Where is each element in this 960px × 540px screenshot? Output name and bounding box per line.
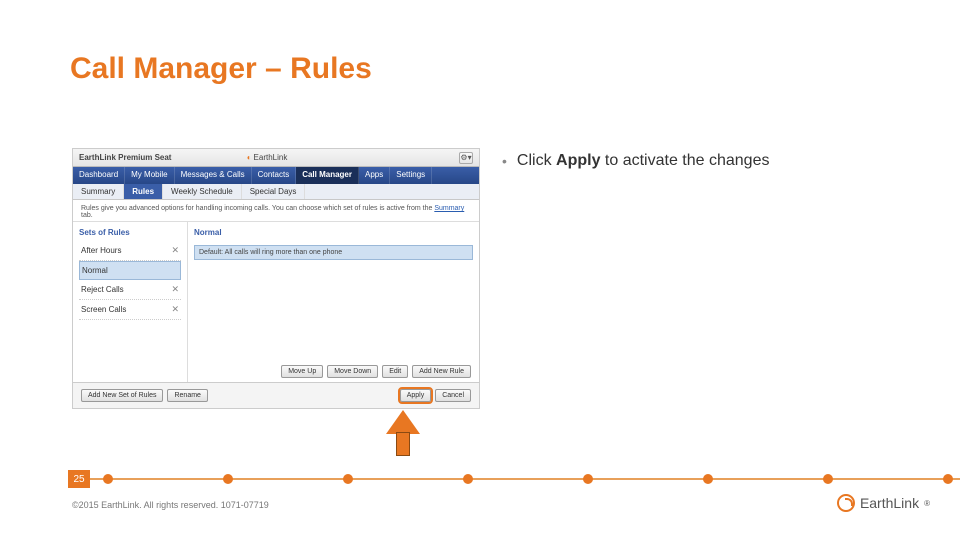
cancel-button[interactable]: Cancel [435,389,471,402]
desc-post: tab. [81,212,93,219]
bottom-right-buttons: ApplyCancel [400,389,471,402]
timeline-dot [943,474,953,484]
rule-set-label: Reject Calls [81,285,124,294]
subnav-item[interactable]: Rules [124,184,163,199]
apply-button[interactable]: Apply [400,389,432,402]
nav-item[interactable]: Call Manager [296,167,359,184]
bullet-post: to activate the changes [600,152,769,169]
sets-column: Sets of Rules After Hours ✕ Normal Reject C… [73,222,188,382]
bullet-pre: Click [517,152,556,169]
gear-icon[interactable]: ⚙▾ [459,152,473,164]
rule-list-buttons: Move Up Move Down Edit Add New Rule [281,365,471,378]
brand-small: ◐EarthLink [247,153,288,162]
timeline-dot [103,474,113,484]
summary-link[interactable]: Summary [434,205,464,212]
delete-icon[interactable]: ✕ [171,245,179,256]
nav-item[interactable]: Apps [359,167,390,184]
bottom-bar: Add New Set of Rules Rename ApplyCancel [73,382,479,408]
add-new-rule-button[interactable]: Add New Rule [412,365,471,378]
window-title: EarthLink Premium Seat [79,153,243,162]
bullet-text: Click Apply to activate the changes [517,152,770,170]
page-number: 25 [68,470,90,488]
main-nav: DashboardMy MobileMessages & CallsContac… [73,167,479,184]
window-titlebar: EarthLink Premium Seat ◐EarthLink ⚙▾ [73,149,479,167]
logo-mark-icon [837,494,855,512]
bullet-item: • Click Apply to activate the changes [502,152,769,170]
subnav-item[interactable]: Weekly Schedule [163,184,242,199]
normal-header: Normal [194,226,473,241]
move-up-button[interactable]: Move Up [281,365,323,378]
footer-logo: EarthLink ® [837,494,930,512]
timeline-dot [583,474,593,484]
registered-icon: ® [924,499,930,508]
nav-item[interactable]: Contacts [252,167,297,184]
arrow-head-icon [386,410,420,434]
nav-item[interactable]: Settings [390,167,432,184]
rule-set-label: Normal [82,266,108,275]
move-down-button[interactable]: Move Down [327,365,378,378]
arrow-stem [396,432,410,456]
rules-column: Normal Default: All calls will ring more… [188,222,479,382]
subnav-item[interactable]: Summary [73,184,124,199]
timeline [70,478,960,480]
rule-set-item[interactable]: Normal [79,261,181,280]
brand-small-text: EarthLink [254,153,288,162]
timeline-dot [343,474,353,484]
desc-pre: Rules give you advanced options for hand… [81,205,434,212]
delete-icon[interactable]: ✕ [171,304,179,315]
nav-item[interactable]: My Mobile [125,167,174,184]
rule-set-label: After Hours [81,246,121,255]
callout-arrow [386,410,420,456]
sub-nav: SummaryRulesWeekly ScheduleSpecial Days [73,184,479,200]
sets-header: Sets of Rules [79,226,181,241]
copyright: ©2015 EarthLink. All rights reserved. 10… [72,500,269,510]
bottom-left-buttons: Add New Set of Rules Rename [81,389,208,402]
app-screenshot: EarthLink Premium Seat ◐EarthLink ⚙▾ Das… [72,148,480,409]
timeline-dot [223,474,233,484]
timeline-dot [823,474,833,484]
nav-item[interactable]: Dashboard [73,167,125,184]
timeline-dot [703,474,713,484]
bullet-bold: Apply [556,152,600,169]
footer-brand-text: EarthLink [860,495,919,511]
slide-title: Call Manager – Rules [70,52,372,86]
default-rule[interactable]: Default: All calls will ring more than o… [194,245,473,260]
rule-set-item[interactable]: After Hours ✕ [79,241,181,261]
rule-set-item[interactable]: Screen Calls ✕ [79,300,181,320]
delete-icon[interactable]: ✕ [171,284,179,295]
rule-set-label: Screen Calls [81,305,126,314]
nav-item[interactable]: Messages & Calls [175,167,252,184]
add-new-set-of-rules-button[interactable]: Add New Set of Rules [81,389,163,402]
subnav-item[interactable]: Special Days [242,184,306,199]
edit-button[interactable]: Edit [382,365,408,378]
rules-description: Rules give you advanced options for hand… [73,200,479,222]
rename-button[interactable]: Rename [167,389,207,402]
bullet-marker: • [502,154,507,168]
rules-body: Sets of Rules After Hours ✕ Normal Reject C… [73,222,479,382]
rule-set-item[interactable]: Reject Calls ✕ [79,280,181,300]
timeline-dot [463,474,473,484]
